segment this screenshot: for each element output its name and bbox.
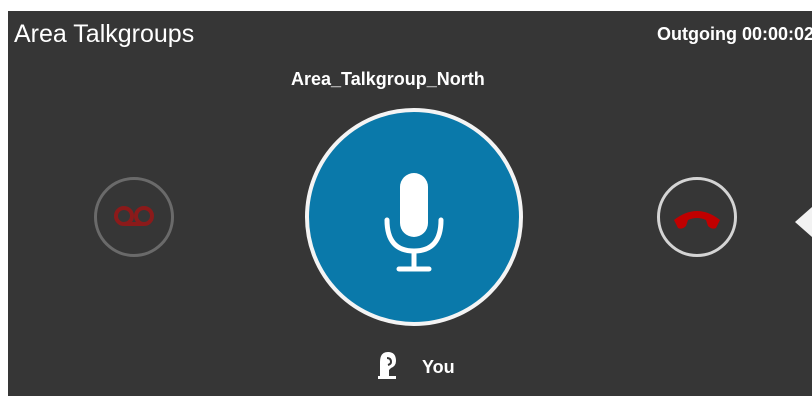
call-status-timer: Outgoing 00:00:02 <box>656 24 812 44</box>
ear-head-icon <box>378 352 396 379</box>
voicemail-icon <box>114 206 154 226</box>
talkgroup-name: Area_Talkgroup_North <box>291 69 485 89</box>
microphone-icon <box>384 173 444 272</box>
speaker-name: You <box>422 357 455 377</box>
voicemail-button[interactable] <box>94 177 174 257</box>
hang-up-phone-icon <box>674 211 720 229</box>
talkgroup-call-panel: Area Talkgroups Outgoing 00:00:02 Area_T… <box>8 11 812 396</box>
hang-up-button[interactable] <box>657 177 737 257</box>
push-to-talk-button[interactable] <box>305 108 523 326</box>
panel-title: Area Talkgroups <box>14 20 195 48</box>
expand-panel-arrow[interactable] <box>795 207 812 237</box>
triangle-left-icon <box>795 207 812 237</box>
